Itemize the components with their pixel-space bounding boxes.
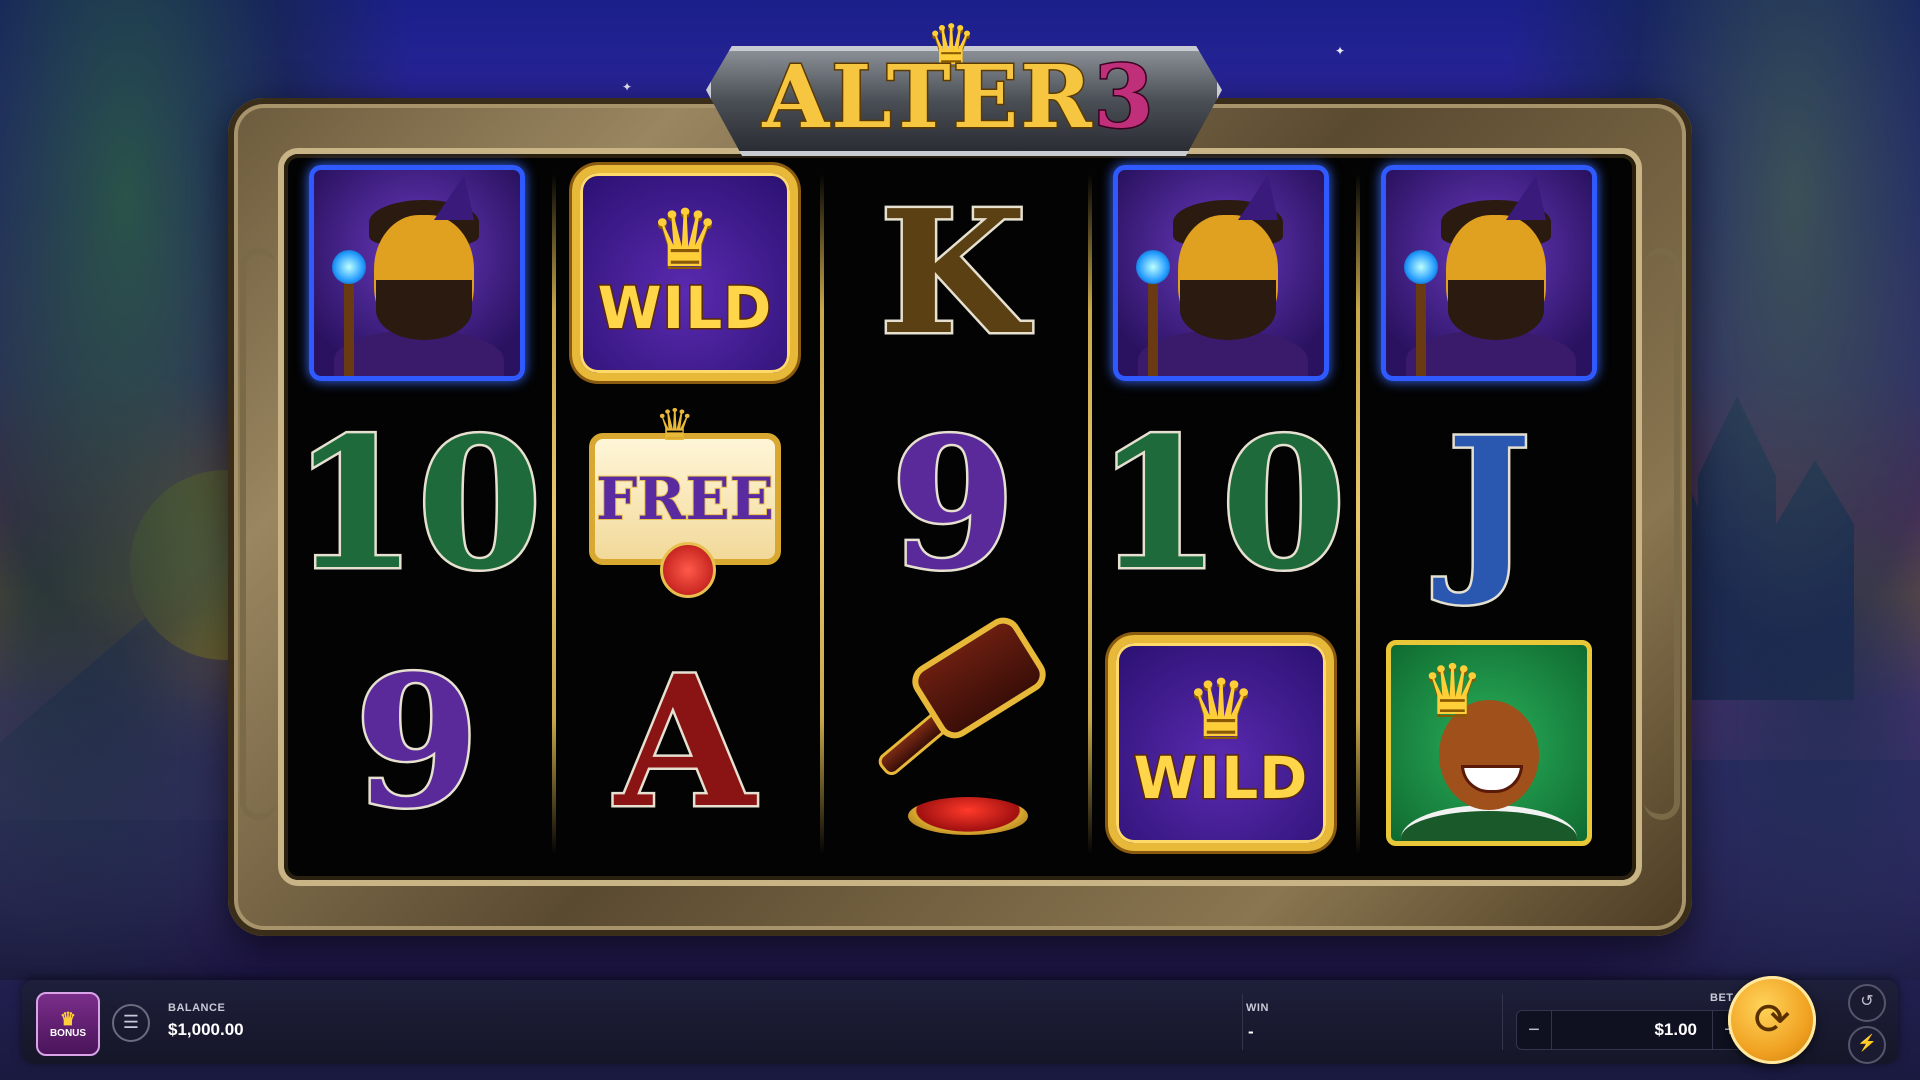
- bet-decrease-button[interactable]: −: [1517, 1011, 1552, 1049]
- symbol-nine: 9: [840, 392, 1066, 618]
- reel-divider: [1356, 174, 1360, 854]
- star-icon: ✦: [1335, 44, 1346, 58]
- reel-frame: 10 9 ♛ WILD FREE ♛ A K 9 10 ♛ WILD J ♛: [228, 98, 1692, 936]
- symbol-label: J: [1444, 399, 1534, 610]
- wild-badge: ♛ WILD: [1108, 635, 1334, 851]
- symbol-label: 10: [1093, 399, 1348, 610]
- lightning-icon: ⚡: [1857, 1035, 1877, 1052]
- seal-icon: [660, 542, 716, 598]
- symbol-label: 9: [888, 399, 1018, 610]
- symbol-label: A: [613, 637, 758, 848]
- symbol-ten: 10: [1093, 392, 1348, 618]
- divider: [1502, 994, 1503, 1050]
- symbol-ace: A: [572, 630, 798, 856]
- bonus-label: BONUS: [49, 1027, 87, 1039]
- wild-badge: ♛ WILD: [572, 165, 798, 381]
- win-label: WIN: [1246, 1002, 1269, 1014]
- refresh-icon: ⟳: [1753, 995, 1791, 1044]
- menu-button[interactable]: ☰: [112, 1004, 150, 1042]
- wizard-icon: [1113, 165, 1329, 381]
- symbol-wild: ♛ WILD: [1108, 630, 1334, 856]
- star-icon: ✦: [622, 80, 633, 94]
- turbo-button[interactable]: ⚡: [1848, 1026, 1886, 1064]
- wild-label: WILD: [1132, 743, 1309, 814]
- king-icon: ♛: [1386, 640, 1592, 846]
- symbol-king: ♛: [1376, 630, 1602, 856]
- symbol-label: 10: [289, 399, 544, 610]
- symbol-wizard: [304, 160, 530, 386]
- bonus-buy-button[interactable]: ♛ BONUS: [36, 992, 100, 1056]
- symbol-wizard: [1376, 160, 1602, 386]
- symbol-label: K: [877, 173, 1030, 373]
- symbol-free: FREE ♛: [572, 392, 798, 618]
- symbol-king-letter: K: [840, 160, 1066, 386]
- free-scroll: FREE ♛: [580, 400, 790, 610]
- history-icon: ↺: [1860, 993, 1874, 1010]
- symbol-nine: 9: [304, 630, 530, 856]
- spin-button[interactable]: ⟳: [1728, 976, 1816, 1064]
- reel-divider: [1088, 174, 1092, 854]
- control-bar: ♛ BONUS ☰ BALANCE $1,000.00 WIN - BET − …: [22, 980, 1898, 1064]
- crown-icon: ♛: [1185, 664, 1257, 753]
- crown-icon: ♛: [655, 401, 695, 450]
- balance-value: $1,000.00: [168, 1020, 244, 1039]
- symbol-ten: 10: [289, 392, 544, 618]
- symbol-wizard: [1108, 160, 1334, 386]
- win-value: -: [1248, 1022, 1254, 1041]
- wizard-icon: [1381, 165, 1597, 381]
- crown-icon: ♛: [1421, 651, 1484, 729]
- reel-divider: [820, 174, 824, 854]
- bet-value: $1.00: [1654, 1020, 1697, 1039]
- reel-grid: 10 9 ♛ WILD FREE ♛ A K 9 10 ♛ WILD J ♛: [284, 154, 1636, 880]
- vine-ornament-left: [240, 248, 276, 820]
- bet-stepper: − $1.00 +: [1516, 1010, 1748, 1050]
- wizard-icon: [309, 165, 525, 381]
- crown-icon: ♛: [649, 194, 721, 283]
- gavel-icon: [848, 610, 1058, 847]
- symbol-jack: J: [1376, 392, 1602, 618]
- balance-label: BALANCE: [168, 1002, 226, 1014]
- logo-title: ALTER3: [761, 47, 1156, 148]
- wild-label: WILD: [596, 273, 773, 344]
- symbol-gavel: [840, 610, 1066, 850]
- history-button[interactable]: ↺: [1848, 984, 1886, 1022]
- symbol-label: 9: [352, 637, 482, 848]
- free-label: FREE: [595, 464, 775, 534]
- symbol-wild: ♛ WILD: [572, 160, 798, 386]
- bet-label: BET: [1710, 992, 1734, 1004]
- divider: [1242, 994, 1243, 1050]
- game-logo: ♛ ALTER3: [706, 13, 1222, 158]
- vine-ornament-right: [1644, 248, 1680, 820]
- crown-icon: ♛: [59, 1008, 77, 1029]
- reel-divider: [552, 174, 556, 854]
- hamburger-icon: ☰: [122, 1012, 140, 1032]
